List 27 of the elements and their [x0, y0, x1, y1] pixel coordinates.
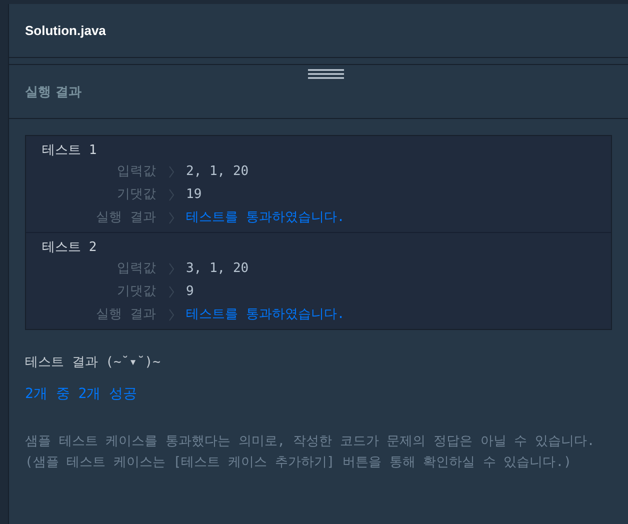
file-tab-title: Solution.java — [25, 23, 106, 38]
row-label: 기댓값 — [116, 283, 156, 301]
chevron-icon — [168, 166, 174, 178]
value-text: 3, 1, 20 — [186, 260, 250, 278]
row-label: 기댓값 — [116, 186, 156, 204]
panel-title: 실행 결과 — [25, 84, 82, 100]
chevron-icon — [168, 263, 174, 275]
row-label: 입력값 — [116, 163, 156, 181]
result-text: 테스트를 통과하였습니다. — [186, 306, 346, 324]
row-label: 실행 결과 — [95, 306, 156, 324]
value-text: 2, 1, 20 — [186, 163, 250, 181]
test-title: 테스트 1 — [41, 142, 98, 160]
summary-title: 테스트 결과 (~˘▾˘)~ — [25, 354, 162, 371]
resize-handle-icon[interactable] — [308, 69, 344, 79]
value-text: 19 — [186, 186, 203, 204]
value-text: 9 — [186, 283, 195, 301]
chevron-icon — [168, 189, 174, 201]
row-label: 실행 결과 — [95, 209, 156, 227]
note-text: 샘플 테스트 케이스를 통과했다는 의미로, 작성한 코드가 문제의 정답은 아닐 수 있습니다. — [25, 433, 596, 451]
score-text: 2개 중 2개 성공 — [25, 385, 138, 403]
chevron-icon — [168, 212, 174, 224]
result-text: 테스트를 통과하였습니다. — [186, 209, 346, 227]
note-text: (샘플 테스트 케이스는 [테스트 케이스 추가하기] 버튼을 통해 확인하실 수 있습니다.) — [25, 454, 572, 472]
test-title: 테스트 2 — [41, 239, 98, 257]
row-label: 입력값 — [116, 260, 156, 278]
chevron-icon — [168, 309, 174, 321]
chevron-icon — [168, 286, 174, 298]
